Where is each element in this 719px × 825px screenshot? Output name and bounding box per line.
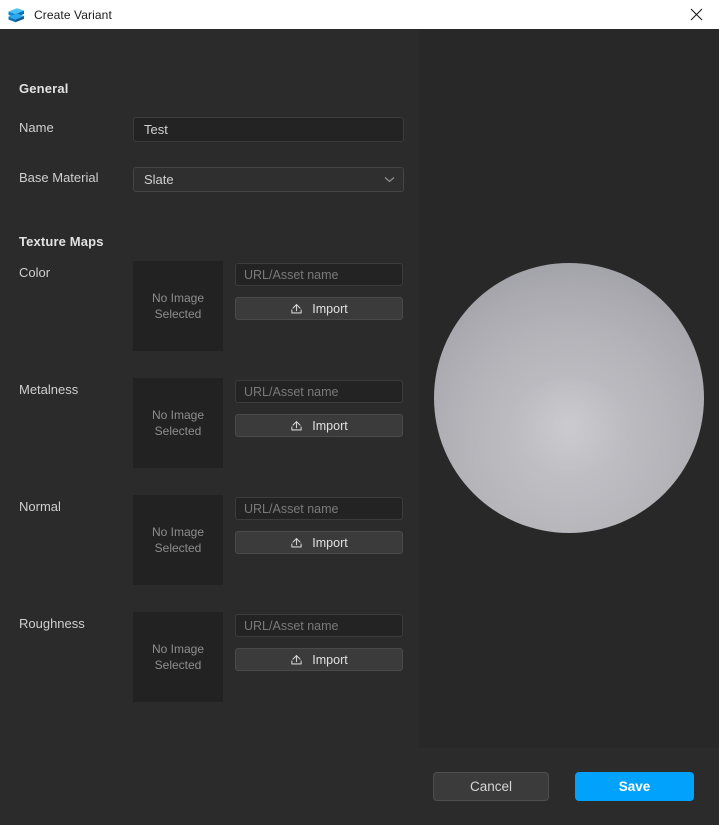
name-input[interactable] <box>133 117 404 142</box>
import-button-normal[interactable]: Import <box>235 531 403 554</box>
import-button-label: Import <box>312 301 348 316</box>
texture-url-input-color[interactable] <box>235 263 403 286</box>
texture-thumbnail-metalness[interactable]: No Image Selected <box>133 378 223 468</box>
name-label: Name <box>19 120 54 135</box>
window-title: Create Variant <box>34 7 112 22</box>
texture-label-color: Color <box>19 265 51 280</box>
preview-sphere-highlight <box>509 379 629 471</box>
cancel-button[interactable]: Cancel <box>433 772 549 801</box>
thumb-line-1: No Image <box>151 290 205 305</box>
save-button[interactable]: Save <box>575 772 694 801</box>
title-bar: Create Variant <box>0 0 719 29</box>
thumbnail-placeholder-text: No Image Selected <box>152 524 204 556</box>
upload-icon <box>291 655 302 665</box>
texture-url-input-metalness[interactable] <box>235 380 403 403</box>
import-button-label: Import <box>312 418 348 433</box>
import-button-label: Import <box>312 652 348 667</box>
close-button[interactable] <box>674 0 719 29</box>
thumb-line-1: No Image <box>151 407 205 422</box>
dialog-body: General Name Base Material Slate Texture… <box>0 29 719 825</box>
thumb-line-2: Selected <box>154 424 202 438</box>
texture-thumbnail-roughness[interactable]: No Image Selected <box>133 612 223 702</box>
base-material-label: Base Material <box>19 170 99 185</box>
preview-sphere <box>434 263 704 533</box>
import-button-roughness[interactable]: Import <box>235 648 403 671</box>
upload-icon <box>291 538 302 548</box>
upload-icon <box>291 421 302 431</box>
material-preview-viewport[interactable] <box>419 29 719 748</box>
texture-label-roughness: Roughness <box>19 616 85 631</box>
texture-thumbnail-color[interactable]: No Image Selected <box>133 261 223 351</box>
thumb-line-2: Selected <box>154 307 202 321</box>
chevron-down-icon <box>384 177 395 183</box>
thumb-line-1: No Image <box>151 641 205 656</box>
thumbnail-placeholder-text: No Image Selected <box>152 641 204 673</box>
import-button-label: Import <box>312 535 348 550</box>
thumbnail-placeholder-text: No Image Selected <box>152 407 204 439</box>
thumb-line-2: Selected <box>154 658 202 672</box>
texture-thumbnail-normal[interactable]: No Image Selected <box>133 495 223 585</box>
thumb-line-1: No Image <box>151 524 205 539</box>
dialog-footer: Cancel Save <box>0 748 719 825</box>
thumb-line-2: Selected <box>154 541 202 555</box>
upload-icon <box>291 304 302 314</box>
base-material-value: Slate <box>144 172 174 187</box>
general-section-title: General <box>19 81 69 96</box>
texture-maps-section-title: Texture Maps <box>19 234 104 249</box>
form-panel: General Name Base Material Slate Texture… <box>0 29 419 825</box>
app-logo-icon <box>8 7 24 22</box>
texture-url-input-roughness[interactable] <box>235 614 403 637</box>
import-button-metalness[interactable]: Import <box>235 414 403 437</box>
base-material-select[interactable]: Slate <box>133 167 404 192</box>
close-icon <box>690 8 703 21</box>
create-variant-dialog: Create Variant General Name Base Materia… <box>0 0 719 825</box>
texture-label-normal: Normal <box>19 499 61 514</box>
thumbnail-placeholder-text: No Image Selected <box>152 290 204 322</box>
texture-label-metalness: Metalness <box>19 382 79 397</box>
texture-url-input-normal[interactable] <box>235 497 403 520</box>
import-button-color[interactable]: Import <box>235 297 403 320</box>
